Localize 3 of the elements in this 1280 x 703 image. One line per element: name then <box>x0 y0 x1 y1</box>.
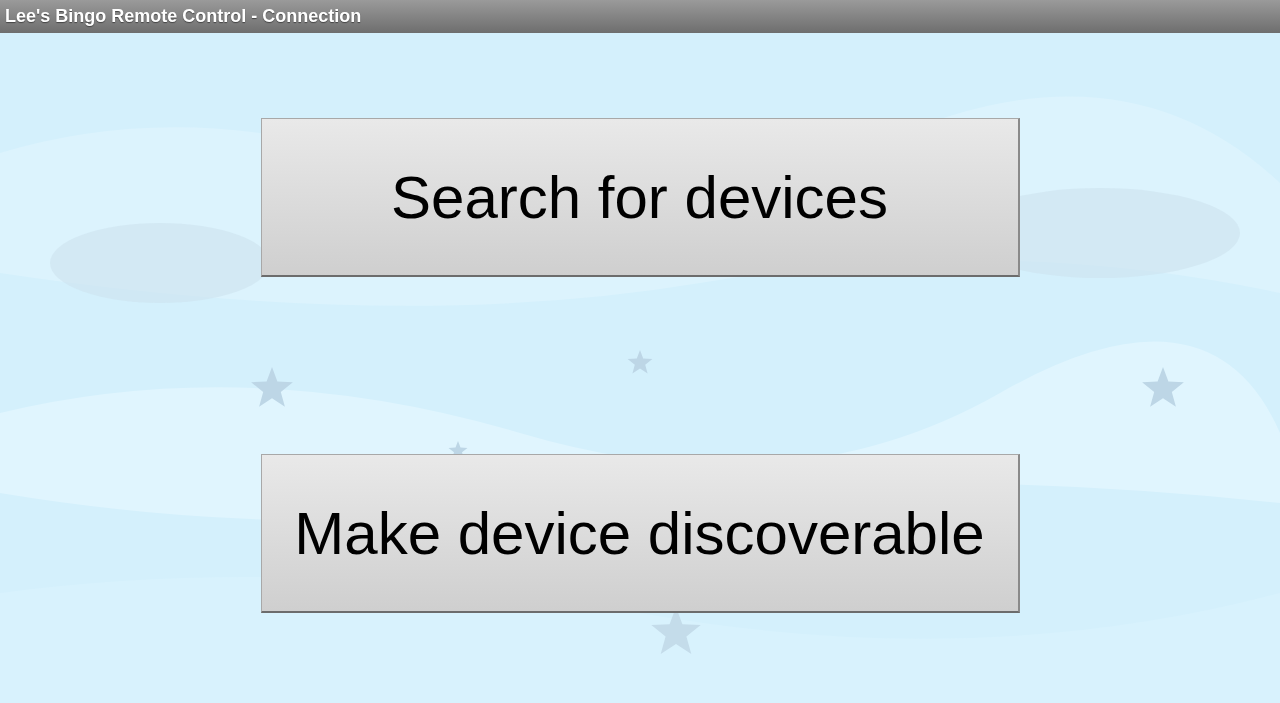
window-title: Lee's Bingo Remote Control - Connection <box>5 6 362 27</box>
action-button[interactable]: Make device discoverable <box>260 454 1020 613</box>
action-button[interactable]: Search for devices <box>260 118 1020 277</box>
